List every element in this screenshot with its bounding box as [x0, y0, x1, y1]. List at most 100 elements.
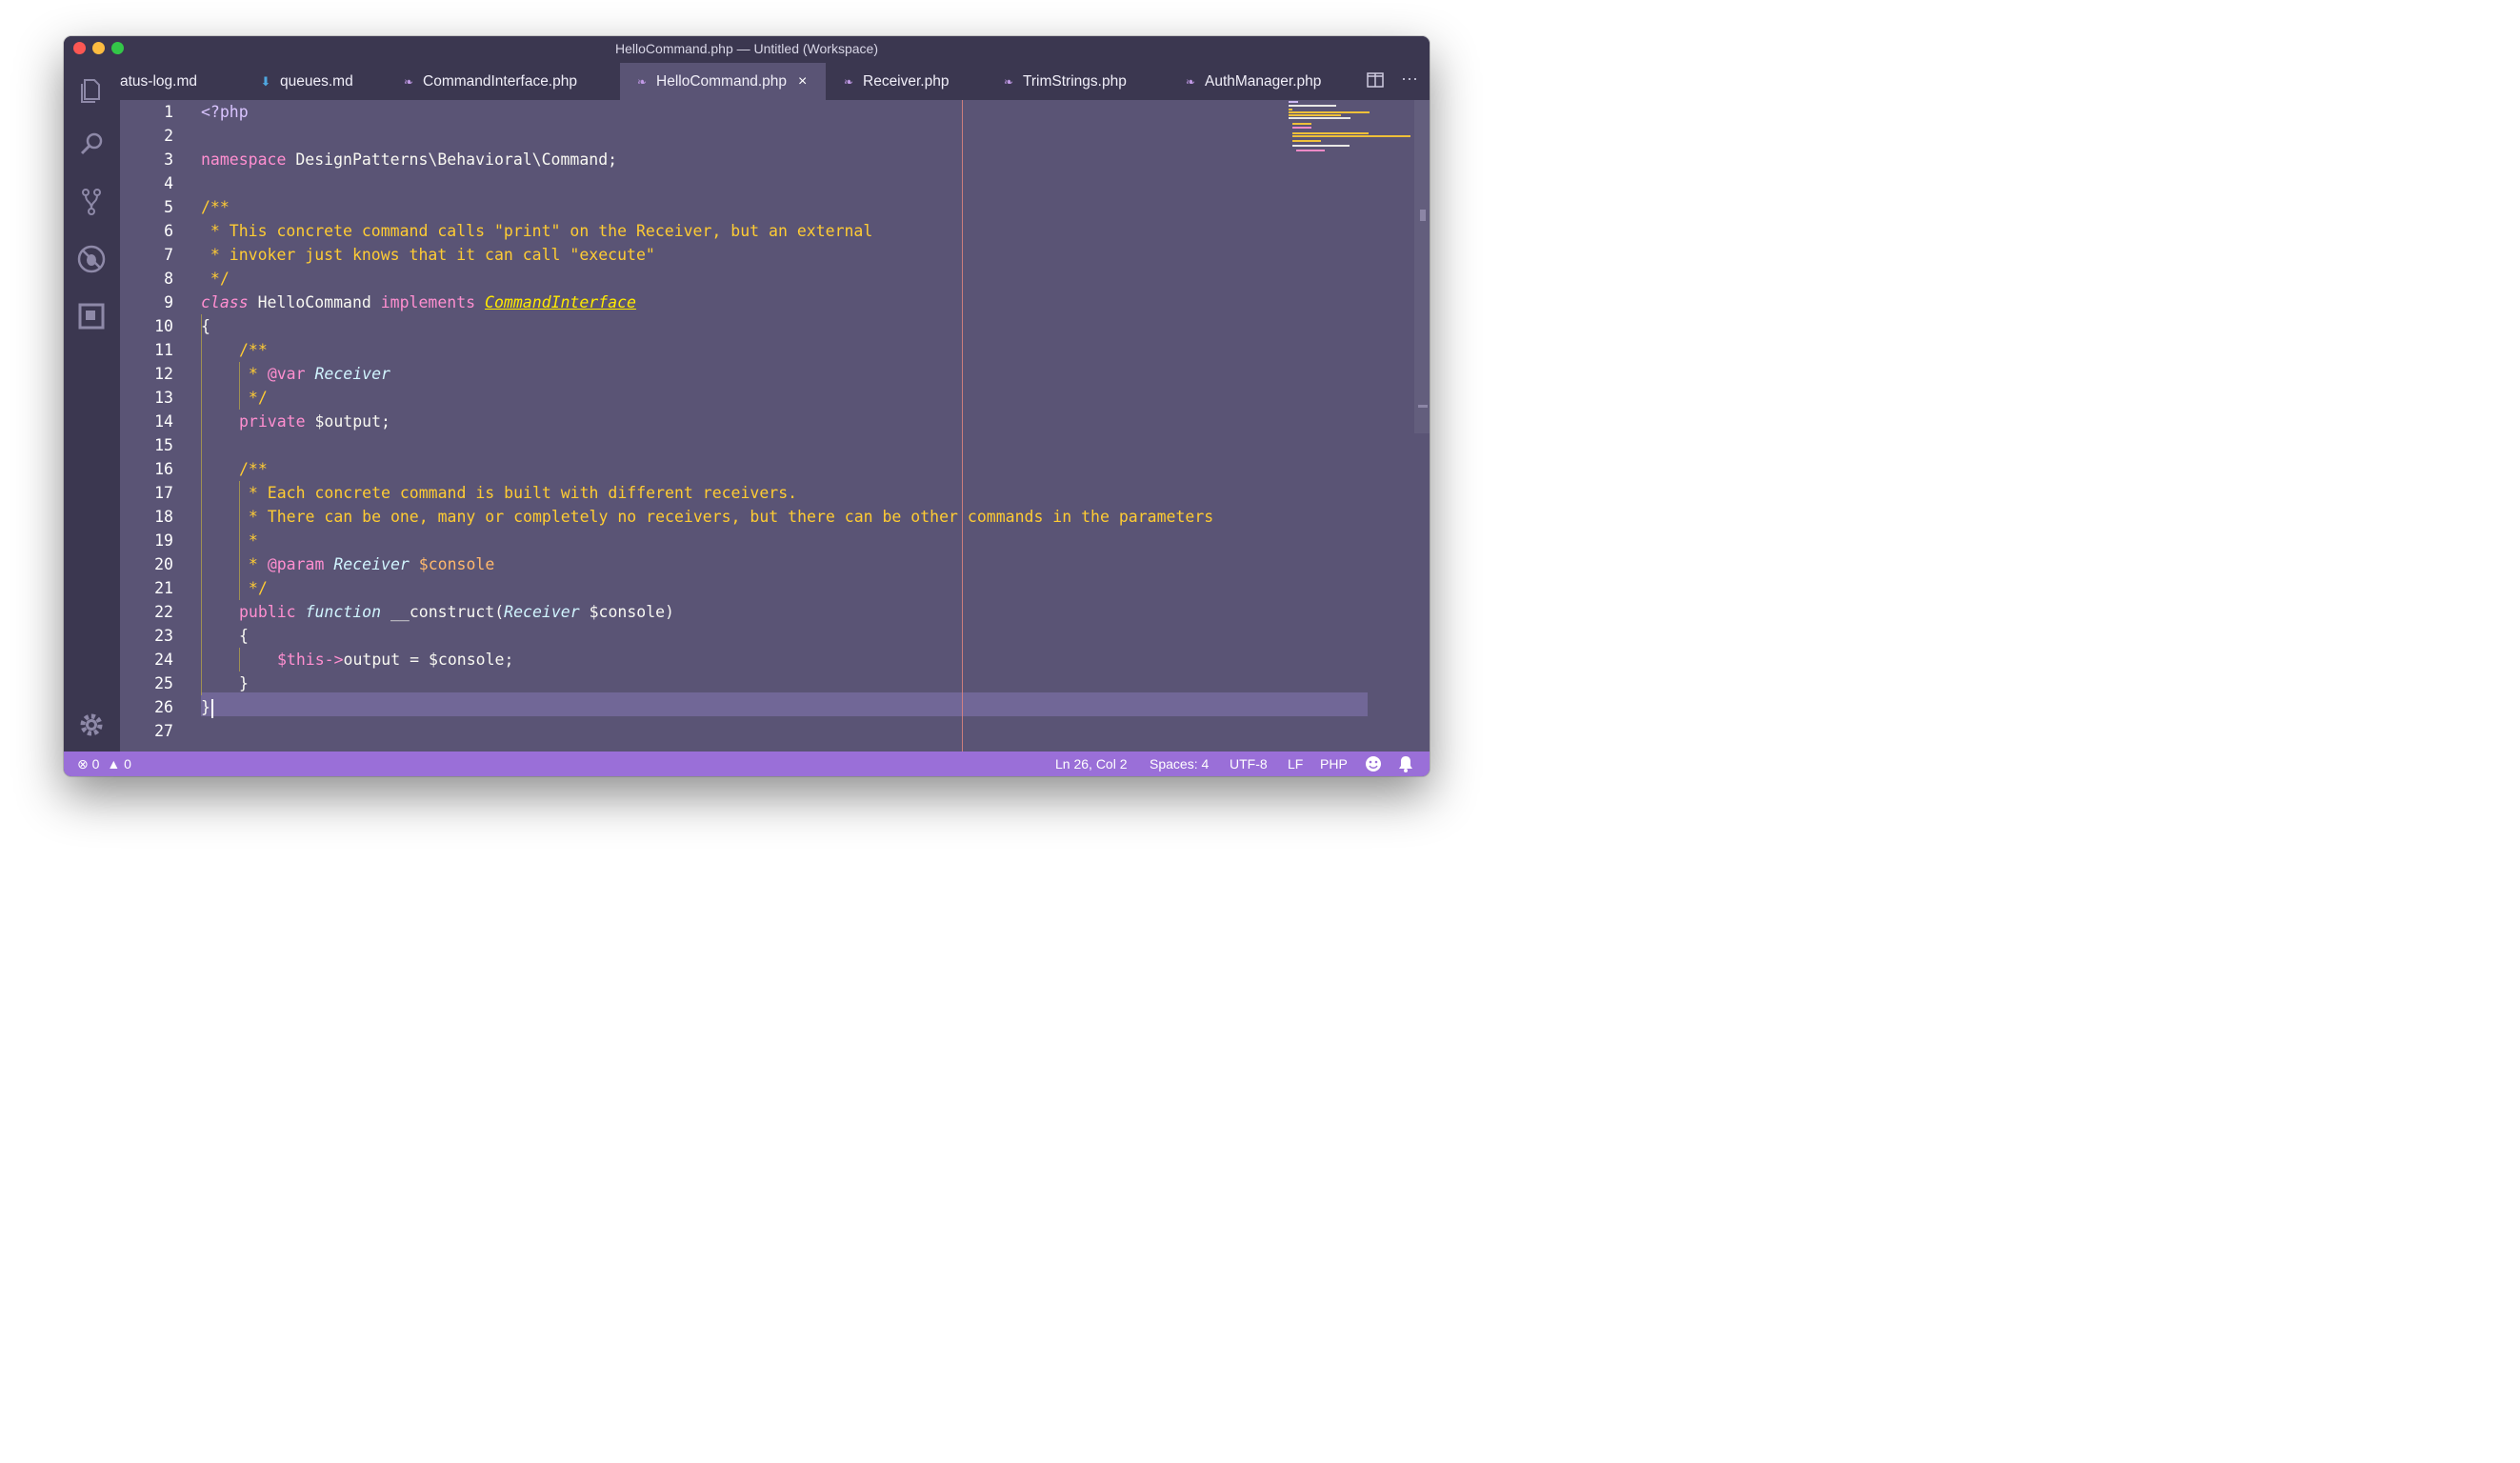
tab-bar: atus-log.md ⬇ queues.md ❧ CommandInterface…: [120, 63, 1430, 100]
search-icon[interactable]: [76, 130, 107, 160]
minimize-window-button[interactable]: [92, 42, 105, 54]
tab-status-log[interactable]: atus-log.md: [120, 63, 197, 100]
extensions-icon[interactable]: [76, 301, 107, 331]
line-number: 7: [164, 246, 173, 264]
tab-label: CommandInterface.php: [423, 73, 577, 90]
code-line: public function __construct(Receiver $co…: [239, 603, 674, 621]
vertical-scrollbar[interactable]: [1414, 100, 1430, 433]
tab-command-interface[interactable]: ❧ CommandInterface.php: [402, 63, 577, 100]
warning-count: 0: [124, 756, 131, 772]
line-number: 21: [154, 579, 173, 597]
tab-label: queues.md: [280, 73, 353, 90]
line-number: 15: [154, 436, 173, 454]
code-line: <?php: [201, 103, 249, 121]
problems-indicator[interactable]: ⊗ 0 ▲ 0: [77, 752, 131, 776]
code-line: {: [201, 317, 210, 335]
code-line: * @param Receiver $console: [239, 555, 495, 573]
line-number: 4: [164, 174, 173, 192]
php-icon: ❧: [403, 75, 414, 89]
cursor-position[interactable]: Ln 26, Col 2: [1055, 752, 1128, 776]
line-number: 2: [164, 127, 173, 145]
gear-icon[interactable]: [76, 710, 107, 740]
editor-window: HelloCommand.php — Untitled (Workspace) …: [64, 36, 1430, 776]
error-count: 0: [91, 756, 100, 772]
error-icon: ⊗: [77, 756, 89, 772]
tab-label: TrimStrings.php: [1023, 73, 1127, 90]
line-number: 8: [164, 270, 173, 288]
more-actions-icon[interactable]: ···: [1401, 69, 1418, 89]
line-number: 27: [154, 722, 173, 740]
text-cursor: [210, 698, 213, 718]
line-number: 22: [154, 603, 173, 621]
code-line: {: [239, 627, 249, 645]
language-mode[interactable]: PHP: [1320, 752, 1348, 776]
line-number: 11: [154, 341, 173, 359]
line-number: 18: [154, 508, 173, 526]
indentation-setting[interactable]: Spaces: 4: [1150, 752, 1209, 776]
title-bar: HelloCommand.php — Untitled (Workspace): [64, 36, 1430, 63]
line-number: 1: [164, 103, 173, 121]
code-line: * invoker just knows that it can call "e…: [201, 246, 655, 264]
warning-icon: ▲: [107, 756, 121, 772]
line-number: 6: [164, 222, 173, 240]
line-number: 17: [154, 484, 173, 502]
code-line: $this->output = $console;: [277, 651, 514, 669]
code-line: */: [201, 270, 230, 288]
debug-icon[interactable]: [76, 244, 107, 274]
line-number: 19: [154, 531, 173, 550]
line-number: 24: [154, 651, 173, 669]
code-editor[interactable]: 1 2 3 4 5 6 7 8 9 10 11 12 13 14 15 16 1…: [120, 100, 1430, 752]
split-editor-icon[interactable]: [1367, 72, 1384, 92]
tab-queues[interactable]: ⬇ queues.md: [259, 63, 353, 100]
code-line: }: [239, 674, 249, 692]
close-window-button[interactable]: [73, 42, 86, 54]
line-number: 9: [164, 293, 173, 311]
encoding-setting[interactable]: UTF-8: [1230, 752, 1268, 776]
code-line: * @var Receiver: [239, 365, 390, 383]
line-number: 12: [154, 365, 173, 383]
code-line: /**: [201, 198, 230, 216]
window-title: HelloCommand.php — Untitled (Workspace): [615, 41, 878, 56]
line-number: 26: [154, 698, 173, 716]
tab-label: Receiver.php: [863, 73, 950, 90]
column-ruler: [962, 100, 963, 752]
code-line: /**: [239, 460, 268, 478]
markdown-icon: ⬇: [260, 74, 271, 89]
code-line: * Each concrete command is built with di…: [239, 484, 798, 502]
code-line: class HelloCommand implements CommandInt…: [201, 293, 636, 311]
bell-icon[interactable]: [1398, 755, 1413, 776]
line-number: 25: [154, 674, 173, 692]
line-number: 14: [154, 412, 173, 431]
maximize-window-button[interactable]: [111, 42, 124, 54]
eol-setting[interactable]: LF: [1288, 752, 1303, 776]
php-icon: ❧: [843, 75, 854, 89]
tab-label: AuthManager.php: [1205, 73, 1322, 90]
tab-label: atus-log.md: [120, 73, 197, 90]
php-icon: ❧: [1185, 75, 1196, 89]
code-line: *: [239, 531, 258, 550]
tab-hello-command[interactable]: ❧ HelloCommand.php ×: [620, 63, 826, 100]
close-tab-icon[interactable]: ×: [798, 63, 807, 100]
minimap[interactable]: [1287, 100, 1411, 167]
tab-receiver[interactable]: ❧ Receiver.php: [842, 63, 950, 100]
source-control-icon[interactable]: [76, 187, 107, 217]
smiley-icon[interactable]: [1365, 755, 1382, 776]
indent-guide: [239, 648, 240, 671]
activity-bar: [64, 63, 120, 752]
tab-trim-strings[interactable]: ❧ TrimStrings.php: [1002, 63, 1127, 100]
line-number: 3: [164, 150, 173, 169]
tab-auth-manager[interactable]: ❧ AuthManager.php: [1184, 63, 1321, 100]
indent-guide: [201, 314, 202, 695]
files-icon[interactable]: [76, 74, 107, 105]
current-line-highlight: [201, 692, 1368, 716]
code-line: /**: [239, 341, 268, 359]
line-number: 16: [154, 460, 173, 478]
line-number: 20: [154, 555, 173, 573]
tab-label: HelloCommand.php: [656, 73, 787, 90]
php-icon: ❧: [1003, 75, 1014, 89]
line-number: 13: [154, 389, 173, 407]
code-line: */: [239, 389, 268, 407]
scroll-marker: [1420, 210, 1426, 221]
line-number: 5: [164, 198, 173, 216]
code-line: namespace DesignPatterns\Behavioral\Comm…: [201, 150, 618, 169]
